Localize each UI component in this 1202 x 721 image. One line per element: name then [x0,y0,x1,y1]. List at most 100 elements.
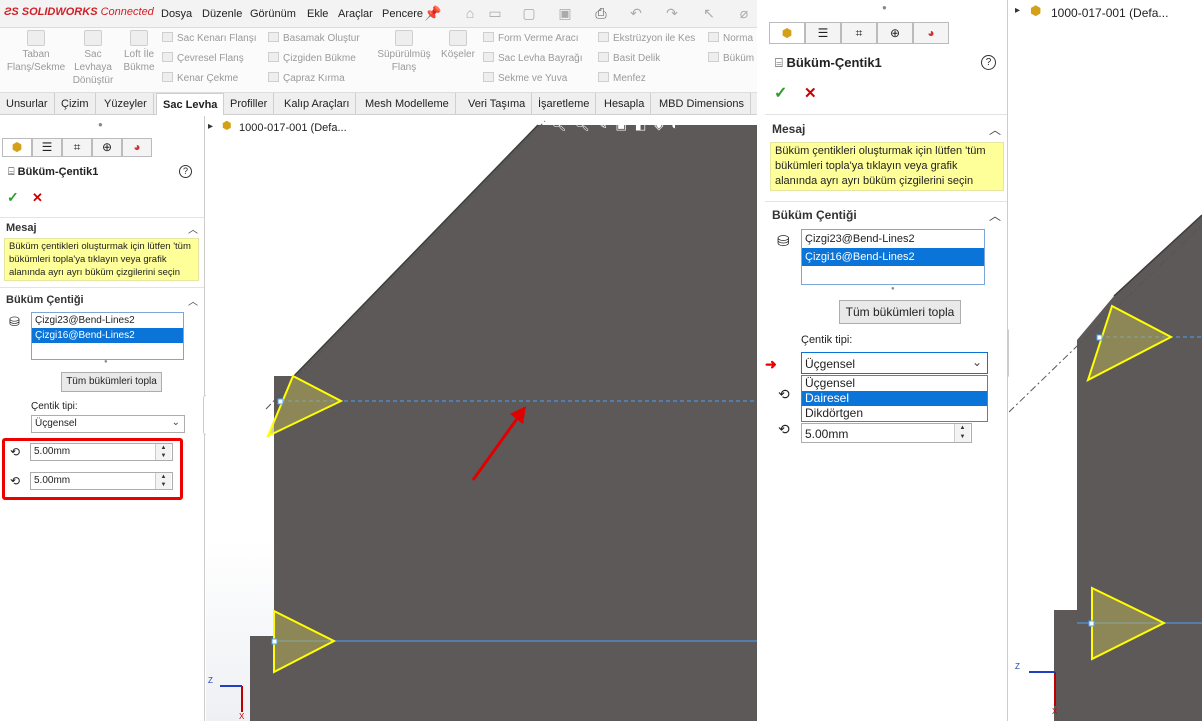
open-icon[interactable]: ▢ [520,4,538,22]
jog-button[interactable]: Basamak Oluştur [268,32,368,52]
display-manager-tab[interactable]: ◕ [122,138,152,157]
tab-isaretleme[interactable]: İşaretleme [532,93,597,115]
option-triangular[interactable]: Üçgensel [802,376,987,391]
menu-pencere[interactable]: Pencere [382,8,423,20]
option-circular[interactable]: Dairesel [802,391,987,406]
tab-yuzeyler[interactable]: Yüzeyler [98,93,154,115]
configuration-manager-tab[interactable]: ⌗ [62,138,92,157]
cancel-button[interactable]: ✕ [804,84,817,102]
tab-veri-tasima[interactable]: Veri Taşıma [462,93,533,115]
list-resize-grip-icon[interactable]: ● [891,286,895,292]
help-icon[interactable]: ? [179,165,192,178]
list-item[interactable]: Çizgi23@Bend-Lines2 [802,230,984,248]
tree-root-label[interactable]: 1000-017-001 (Defa... [1051,6,1168,20]
list-item[interactable]: Çizgi23@Bend-Lines2 [32,313,183,328]
notch-type-select[interactable]: Üçgensel ⌄ [801,352,988,374]
undo-icon[interactable]: ↶ [627,4,645,22]
display-manager-tab[interactable]: ◕ [913,22,949,44]
spin-down-icon[interactable]: ▼ [155,452,171,460]
spin-down-icon[interactable]: ▼ [155,481,171,489]
tab-cizim[interactable]: Çizim [55,93,96,115]
vent-button[interactable]: Menfez [598,72,702,92]
cross-break-button[interactable]: Çapraz Kırma [268,72,368,92]
list-item-selected[interactable]: Çizgi16@Bend-Lines2 [32,328,183,343]
simple-hole-button[interactable]: Basit Delik [598,52,702,72]
tab-and-slot-button[interactable]: Sekme ve Yuva [483,72,593,92]
collect-all-bends-button[interactable]: Tüm bükümleri topla [839,300,961,324]
option-rectangular[interactable]: Dikdörtgen [802,406,987,421]
tab-unsurlar[interactable]: Unsurlar [0,93,55,115]
tab-kalip-araclari[interactable]: Kalıp Araçları [278,93,357,115]
tab-sac-levha[interactable]: Sac Levha [156,93,225,115]
bend-lines-list[interactable]: Çizgi23@Bend-Lines2 Çizgi16@Bend-Lines2 [801,229,985,285]
attach-icon[interactable]: ⌀ [735,4,753,22]
bend-button[interactable]: Büküm [708,52,757,72]
panel-grip-icon[interactable]: ● [98,120,103,129]
convert-to-sheet-metal-button[interactable]: Sac Levhaya Dönüştür [70,30,116,87]
menu-gorunum[interactable]: Görünüm [250,8,296,20]
chevron-up-icon[interactable]: ︿ [989,207,1001,224]
swept-flange-button[interactable]: Süpürülmüş Flanş [375,30,433,74]
property-manager-tab[interactable]: ☰ [32,138,62,157]
tab-hesapla[interactable]: Hesapla [598,93,652,115]
spin-up-icon[interactable]: ▲ [155,473,171,481]
graphics-area[interactable]: ▸ ⬢ 1000-017-001 (Defa... 🔍︎🔍︎✎▣◧◈◐ Z X [206,116,757,721]
hem-button[interactable]: Kenar Çekme [162,72,262,92]
tab-mesh-modelleme[interactable]: Mesh Modelleme [359,93,456,115]
cancel-button[interactable]: ✕ [32,190,43,206]
chevron-up-icon[interactable]: ︿ [188,293,198,308]
feature-manager-tab[interactable]: ⬢ [769,22,805,44]
tree-expand-icon[interactable]: ▸ [1015,5,1020,16]
corners-button[interactable]: Köşeler [440,30,476,61]
menu-ekle[interactable]: Ekle [307,8,328,20]
tab-mbd-dimensions[interactable]: MBD Dimensions [653,93,751,115]
notch-type-select[interactable]: Üçgensel ⌄ [31,415,185,433]
list-resize-grip-icon[interactable]: ● [104,359,108,365]
base-flange-button[interactable]: Taban Flanş/Sekme [4,30,68,74]
ok-button[interactable]: ✓ [774,83,787,103]
select-icon[interactable]: ↖ [700,4,718,22]
dimxpert-tab[interactable]: ⊕ [92,138,122,157]
normal-cut-button[interactable]: Norma [708,32,757,52]
save-icon[interactable]: ▣ [556,4,574,22]
sketched-bend-button[interactable]: Çizgiden Bükme [268,52,368,72]
menu-araclar[interactable]: Araçlar [338,8,373,20]
extruded-cut-button[interactable]: Ekstrüzyon ile Kes [598,32,702,52]
sheet-metal-gusset-button[interactable]: Sac Levha Bayrağı [483,52,593,72]
graphics-area[interactable]: ▸ ⬢ 1000-017-001 (Defa... Z X [1009,0,1202,721]
help-icon[interactable]: ? [981,55,996,70]
menu-duzenle[interactable]: Düzenle [202,8,242,20]
notch-width-input[interactable]: 5.00mm ▲ ▼ [30,443,173,461]
collect-all-bends-button[interactable]: Tüm bükümleri topla [61,372,162,392]
configuration-manager-tab[interactable]: ⌗ [841,22,877,44]
print-icon[interactable]: ⎙ [592,4,610,22]
dimxpert-tab[interactable]: ⊕ [877,22,913,44]
spin-down-icon[interactable]: ▼ [954,433,970,442]
panel-grip-icon[interactable]: ● [882,3,887,12]
home-icon[interactable]: ⌂ [461,4,479,22]
pin-icon[interactable]: 📌 [424,4,442,22]
list-item-selected[interactable]: Çizgi16@Bend-Lines2 [802,248,984,266]
chevron-up-icon[interactable]: ︿ [188,221,198,236]
feature-manager-tab[interactable]: ⬢ [2,138,32,157]
new-document-icon[interactable]: ▭ [486,4,504,22]
edge-flange-button[interactable]: Sac Kenarı Flanşı [162,32,262,52]
menu-dosya[interactable]: Dosya [161,8,192,20]
miter-flange-button[interactable]: Çevresel Flanş [162,52,262,72]
redo-icon[interactable]: ↷ [663,4,681,22]
notch-depth-input[interactable]: 5.00mm ▲ ▼ [801,423,972,443]
property-manager-tab[interactable]: ☰ [805,22,841,44]
bend-lines-list[interactable]: Çizgi23@Bend-Lines2 Çizgi16@Bend-Lines2 [31,312,184,360]
spin-up-icon[interactable]: ▲ [155,444,171,452]
forming-tool-button[interactable]: Form Verme Aracı [483,32,593,52]
chevron-up-icon[interactable]: ︿ [989,121,1001,138]
tab-profiller[interactable]: Profiller [224,93,275,115]
ok-button[interactable]: ✓ [7,189,19,206]
notch-type-dropdown-list[interactable]: Üçgensel Dairesel Dikdörtgen [801,375,988,422]
lofted-bend-button[interactable]: Loft İle Bükme [118,30,160,74]
notch-depth-input[interactable]: 5.00mm ▲ ▼ [30,472,173,490]
spin-up-icon[interactable]: ▲ [954,424,970,433]
heads-up-view-toolbar[interactable]: 🔍︎🔍︎✎▣◧◈◐ [551,118,687,132]
tree-expand-icon[interactable]: ▸ [208,121,213,132]
tree-root-label[interactable]: 1000-017-001 (Defa... [239,122,347,134]
